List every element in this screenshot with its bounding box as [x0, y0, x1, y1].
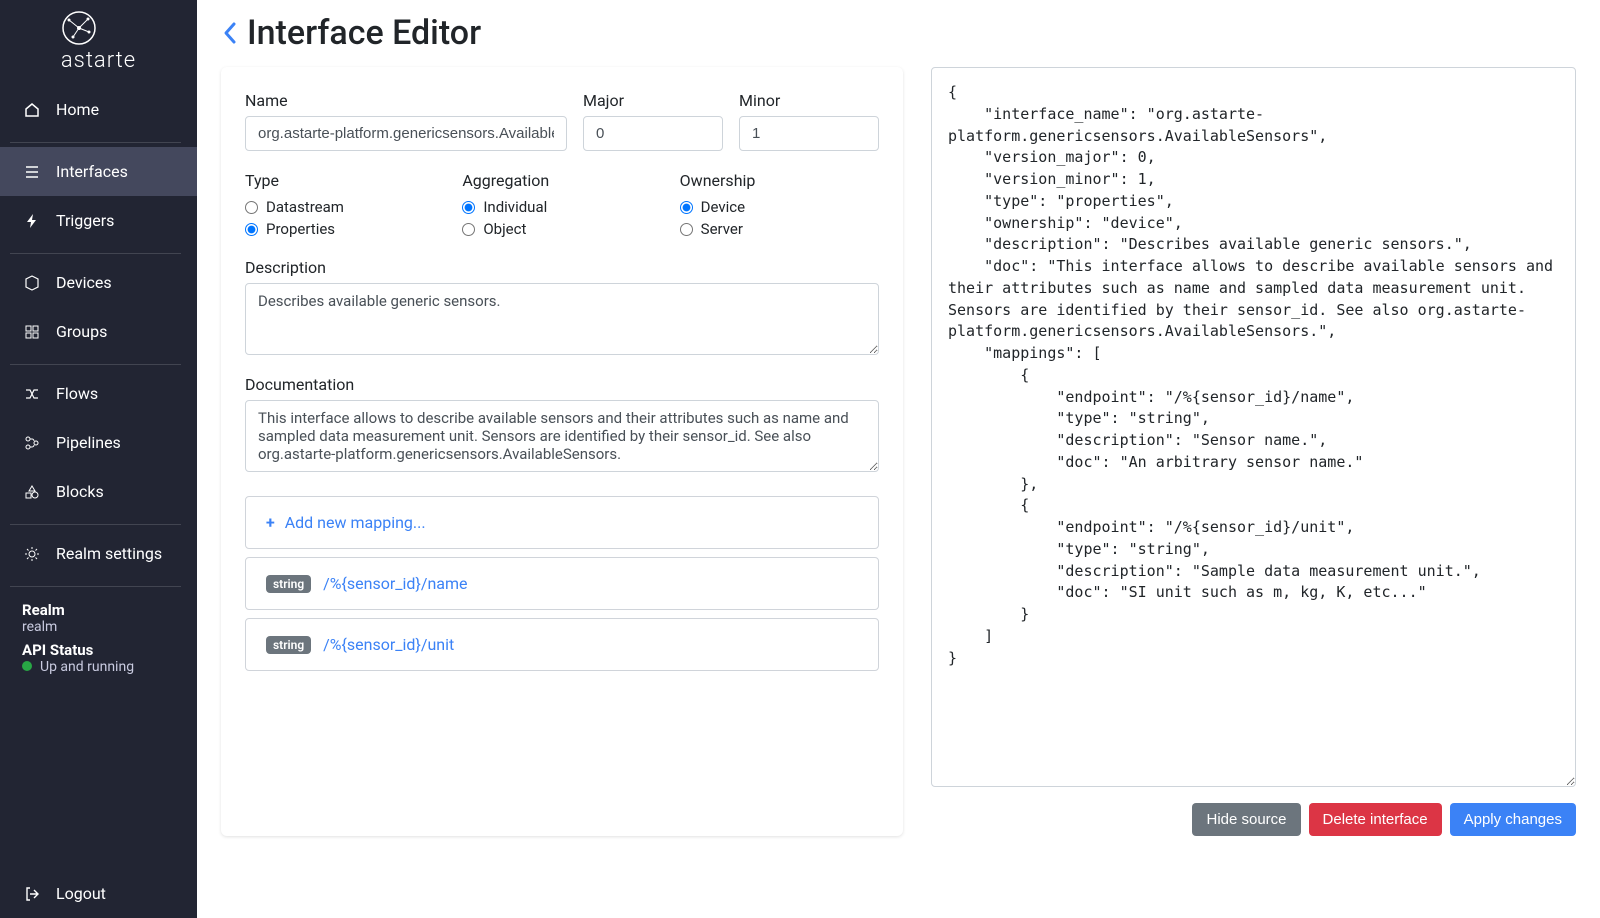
sidebar-item-label: Devices — [56, 273, 112, 292]
sidebar-item-groups[interactable]: Groups — [0, 307, 197, 356]
sidebar-item-label: Triggers — [56, 211, 114, 230]
sidebar: astarte Home Interfaces Triggers — [0, 0, 197, 918]
major-label: Major — [583, 91, 723, 110]
mapping-endpoint: /%{sensor_id}/name — [323, 574, 467, 593]
sidebar-item-label: Realm settings — [56, 544, 162, 563]
add-mapping-label: Add new mapping... — [285, 513, 426, 532]
sidebar-item-label: Flows — [56, 384, 98, 403]
aggregation-radio-individual[interactable] — [462, 201, 475, 214]
major-input[interactable] — [583, 116, 723, 151]
sidebar-item-triggers[interactable]: Triggers — [0, 196, 197, 245]
mapping-row[interactable]: string /%{sensor_id}/unit — [245, 618, 879, 671]
ownership-option-server[interactable]: Server — [680, 218, 879, 240]
documentation-textarea[interactable] — [245, 400, 879, 472]
nav-separator — [10, 253, 181, 254]
sidebar-item-logout[interactable]: Logout — [0, 869, 197, 918]
minor-input[interactable] — [739, 116, 879, 151]
main-content: Interface Editor Name Major Minor — [197, 0, 1600, 918]
sidebar-item-home[interactable]: Home — [0, 85, 197, 134]
hide-source-button[interactable]: Hide source — [1192, 803, 1300, 836]
mapping-type-badge: string — [266, 636, 311, 654]
astarte-logo-icon — [61, 10, 97, 46]
interface-form-card: Name Major Minor Type — [221, 67, 903, 836]
page-title: Interface Editor — [247, 13, 481, 53]
api-status-value: Up and running — [22, 659, 175, 675]
sidebar-item-label: Pipelines — [56, 433, 121, 452]
aggregation-radio-object[interactable] — [462, 223, 475, 236]
aggregation-option-individual[interactable]: Individual — [462, 196, 661, 218]
description-label: Description — [245, 258, 879, 277]
sidebar-item-label: Logout — [56, 884, 106, 903]
back-icon[interactable] — [221, 20, 239, 46]
realm-label: Realm — [22, 601, 175, 619]
type-radio-datastream[interactable] — [245, 201, 258, 214]
apply-changes-button[interactable]: Apply changes — [1450, 803, 1576, 836]
delete-interface-button[interactable]: Delete interface — [1309, 803, 1442, 836]
sidebar-item-realm-settings[interactable]: Realm settings — [0, 529, 197, 578]
nav-separator — [10, 142, 181, 143]
api-status-label: API Status — [22, 641, 175, 659]
nav-separator — [10, 586, 181, 587]
ownership-radio-server[interactable] — [680, 223, 693, 236]
source-textarea[interactable] — [931, 67, 1576, 787]
home-icon — [22, 102, 42, 118]
ownership-radio-device[interactable] — [680, 201, 693, 214]
cube-icon — [22, 275, 42, 291]
sidebar-item-label: Blocks — [56, 482, 104, 501]
flow-icon — [22, 386, 42, 402]
shapes-icon — [22, 484, 42, 500]
mapping-row[interactable]: string /%{sensor_id}/name — [245, 557, 879, 610]
grid-icon — [22, 324, 42, 340]
add-mapping-button[interactable]: + Add new mapping... — [245, 496, 879, 549]
nav-separator — [10, 364, 181, 365]
logo: astarte — [0, 0, 197, 85]
type-option-properties[interactable]: Properties — [245, 218, 444, 240]
bolt-icon — [22, 213, 42, 229]
realm-value: realm — [22, 619, 175, 635]
minor-label: Minor — [739, 91, 879, 110]
branch-icon — [22, 435, 42, 451]
name-label: Name — [245, 91, 567, 110]
sidebar-item-blocks[interactable]: Blocks — [0, 467, 197, 516]
nav-separator — [10, 524, 181, 525]
source-column: Hide source Delete interface Apply chang… — [931, 67, 1576, 836]
aggregation-option-object[interactable]: Object — [462, 218, 661, 240]
type-radio-properties[interactable] — [245, 223, 258, 236]
mapping-type-badge: string — [266, 575, 311, 593]
sidebar-item-flows[interactable]: Flows — [0, 369, 197, 418]
documentation-label: Documentation — [245, 375, 879, 394]
description-textarea[interactable] — [245, 283, 879, 355]
list-icon — [22, 164, 42, 180]
sidebar-item-label: Interfaces — [56, 162, 128, 181]
name-input[interactable] — [245, 116, 567, 151]
logo-text: astarte — [61, 48, 136, 73]
ownership-option-device[interactable]: Device — [680, 196, 879, 218]
realm-info: Realm realm API Status Up and running — [0, 591, 197, 685]
sidebar-item-interfaces[interactable]: Interfaces — [0, 147, 197, 196]
sidebar-item-devices[interactable]: Devices — [0, 258, 197, 307]
sidebar-item-pipelines[interactable]: Pipelines — [0, 418, 197, 467]
status-dot-icon — [22, 661, 32, 671]
logout-icon — [22, 886, 42, 902]
plus-icon: + — [266, 513, 275, 532]
sidebar-item-label: Groups — [56, 322, 107, 341]
gear-icon — [22, 546, 42, 562]
aggregation-label: Aggregation — [462, 171, 661, 190]
type-option-datastream[interactable]: Datastream — [245, 196, 444, 218]
mapping-endpoint: /%{sensor_id}/unit — [323, 635, 454, 654]
sidebar-item-label: Home — [56, 100, 99, 119]
type-label: Type — [245, 171, 444, 190]
ownership-label: Ownership — [680, 171, 879, 190]
